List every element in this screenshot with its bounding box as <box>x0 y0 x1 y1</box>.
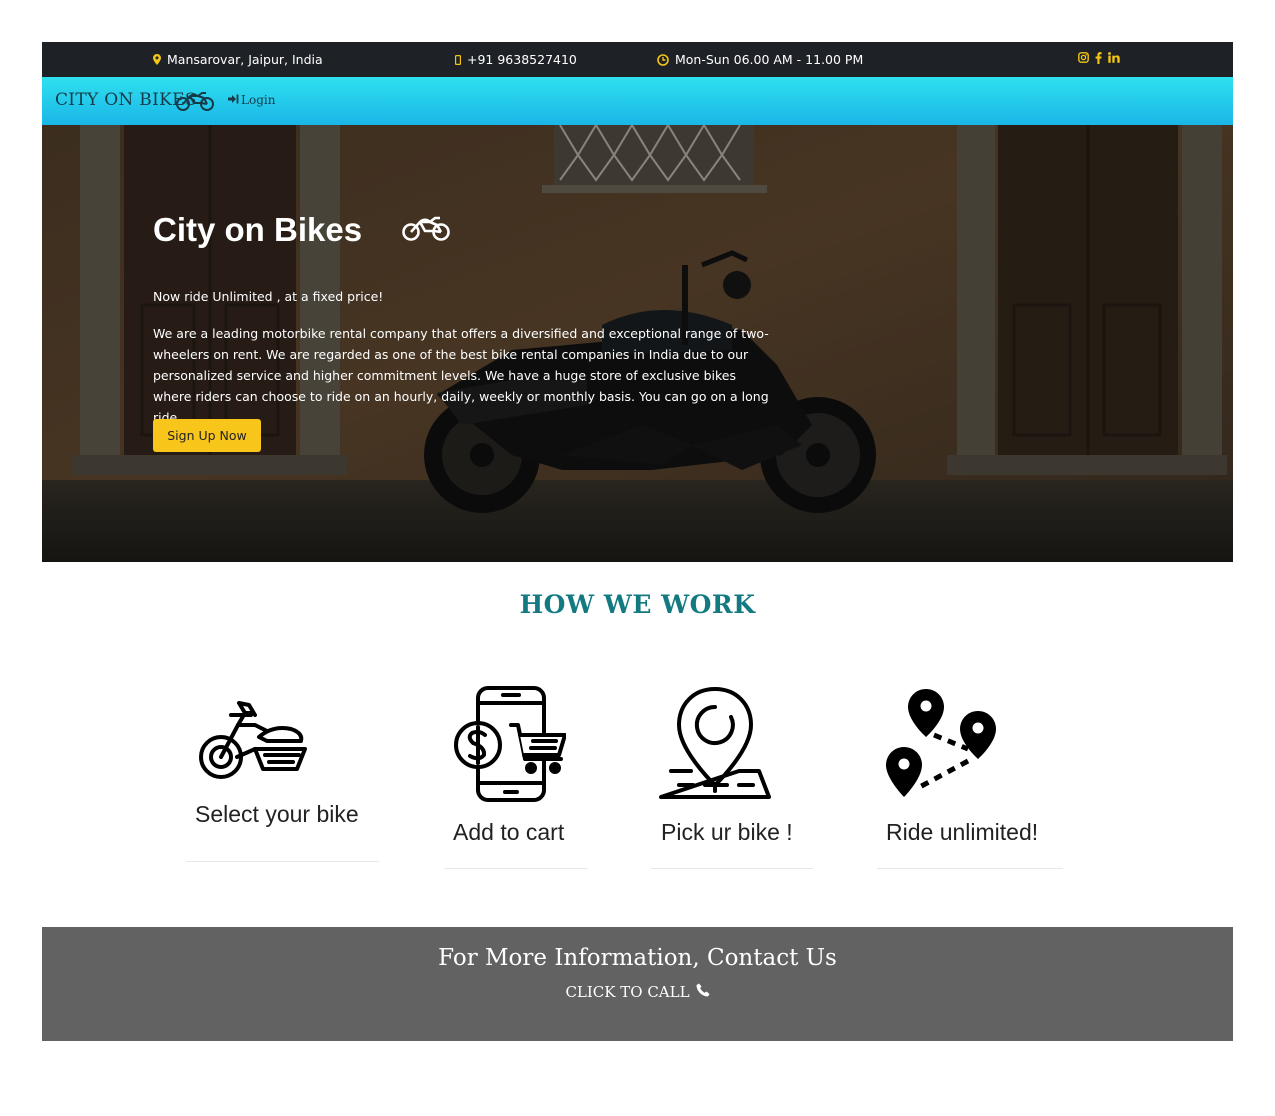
hero-title-text: City on Bikes <box>153 211 363 248</box>
page-frame: Mansarovar, Jaipur, India +91 9638527410… <box>42 42 1233 562</box>
step-label: Select your bike <box>195 801 359 827</box>
contact-section: For More Information, Contact Us CLICK T… <box>42 927 1233 1041</box>
navbar: CITY ON BIKES Login <box>42 77 1233 125</box>
login-link[interactable]: Login <box>228 93 275 107</box>
step-divider <box>444 868 588 869</box>
mobile-phone-icon <box>455 54 461 65</box>
motorcycle-icon <box>176 89 214 115</box>
phone-cart-icon <box>451 685 567 807</box>
step-pick-bike: Pick ur bike ! <box>651 685 813 869</box>
click-to-call-link[interactable]: CLICK TO CALL <box>565 983 710 1001</box>
click-to-call-label: CLICK TO CALL <box>565 983 690 1001</box>
linkedin-icon[interactable] <box>1108 52 1120 67</box>
step-label: Ride unlimited! <box>886 819 1039 845</box>
motorcycle-icon <box>402 211 450 249</box>
top-info-bar: Mansarovar, Jaipur, India +91 9638527410… <box>42 42 1233 77</box>
phone-text[interactable]: +91 9638527410 <box>467 52 577 67</box>
step-divider <box>877 868 1063 869</box>
step-label: Add to cart <box>453 819 565 845</box>
how-we-work-title: HOW WE WORK <box>519 590 756 619</box>
hero-tagline: Now ride Unlimited , at a fixed price! <box>153 289 384 304</box>
step-select-bike: Select your bike <box>186 685 379 862</box>
step-add-to-cart: Add to cart <box>444 685 588 869</box>
hero-description: We are a leading motorbike rental compan… <box>153 326 769 425</box>
step-divider <box>186 861 379 862</box>
location-text: Mansarovar, Jaipur, India <box>167 52 323 67</box>
login-label: Login <box>241 93 276 107</box>
route-pins-icon <box>884 685 999 807</box>
facebook-icon[interactable] <box>1095 51 1102 68</box>
step-label: Pick ur bike ! <box>661 819 793 845</box>
hero-title: City on Bikes <box>153 211 450 249</box>
phone-info: +91 9638527410 <box>455 42 577 77</box>
map-marker-icon <box>153 54 161 65</box>
instagram-icon[interactable] <box>1078 52 1089 67</box>
step-divider <box>651 868 813 869</box>
clock-icon <box>657 53 669 66</box>
hero-banner: City on Bikes Now ride Unlimited , at a … <box>42 125 1233 562</box>
step-ride-unlimited: Ride unlimited! <box>877 685 1063 869</box>
sign-in-icon <box>228 93 239 107</box>
phone-icon <box>696 983 710 1001</box>
contact-title: For More Information, Contact Us <box>438 945 837 971</box>
social-links <box>1078 42 1120 77</box>
location-info: Mansarovar, Jaipur, India <box>153 42 323 77</box>
map-pin-icon <box>659 685 774 807</box>
hours-info: Mon-Sun 06.00 AM - 11.00 PM <box>657 42 863 77</box>
motorbike-icon <box>193 685 308 789</box>
hours-text: Mon-Sun 06.00 AM - 11.00 PM <box>675 52 864 67</box>
sign-up-button[interactable]: Sign Up Now <box>153 419 261 452</box>
